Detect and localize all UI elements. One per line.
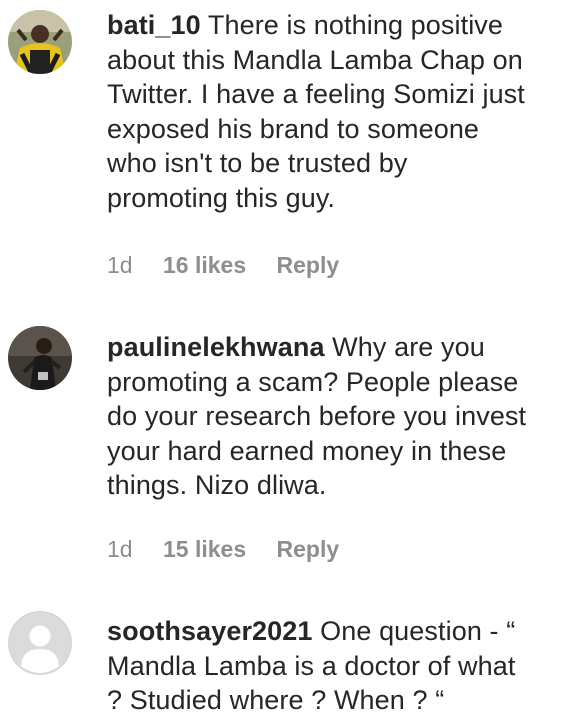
- comment-timestamp[interactable]: 1d: [107, 536, 133, 562]
- user-photo-icon: [8, 10, 72, 74]
- comment-text: paulinelekhwana Why are you promoting a …: [107, 330, 577, 503]
- avatar[interactable]: [8, 326, 72, 390]
- comment-timestamp[interactable]: 1d: [107, 252, 133, 278]
- comment-line: One question - “: [312, 616, 516, 646]
- likes-count[interactable]: 15 likes: [163, 536, 246, 562]
- username[interactable]: paulinelekhwana: [107, 332, 325, 362]
- user-photo-icon: [8, 326, 72, 390]
- username[interactable]: bati_10: [107, 10, 201, 40]
- reply-button[interactable]: Reply: [277, 536, 340, 562]
- comment-meta: 1d 15 likes Reply: [107, 536, 339, 563]
- likes-count[interactable]: 16 likes: [163, 252, 246, 278]
- comment-line: promoting a scam? People please: [107, 366, 519, 397]
- comment-line: who isn't to be trusted by: [107, 148, 408, 178]
- comment-line: exposed his brand to someone: [107, 113, 480, 144]
- comment-line: ? Studied where ? When ? “: [107, 685, 445, 715]
- comment-text: soothsayer2021 One question - “ Mandla L…: [107, 614, 577, 718]
- comment-meta: 1d 16 likes Reply: [107, 252, 339, 279]
- avatar[interactable]: [8, 10, 72, 74]
- comment-line: Mandla Lamba is a doctor of what: [107, 650, 516, 681]
- comment-line: promoting this guy.: [107, 182, 336, 213]
- comment-line: about this Mandla Lamba Chap on: [107, 44, 523, 75]
- comment-line: do your research before you invest: [107, 401, 527, 431]
- avatar[interactable]: [8, 611, 72, 675]
- comment-line: your hard earned money in these: [107, 435, 507, 466]
- default-user-icon: [8, 611, 72, 675]
- comment-line: Why are you: [324, 332, 485, 362]
- comment-line: Twitter. I have a feeling Somizi just: [107, 79, 525, 109]
- comment-text: bati_10 There is nothing positive about …: [107, 8, 577, 215]
- username[interactable]: soothsayer2021: [107, 616, 313, 646]
- comment-line: There is nothing positive: [200, 10, 504, 40]
- comment-line: things. Nizo dliwa.: [107, 470, 327, 500]
- reply-button[interactable]: Reply: [277, 252, 340, 278]
